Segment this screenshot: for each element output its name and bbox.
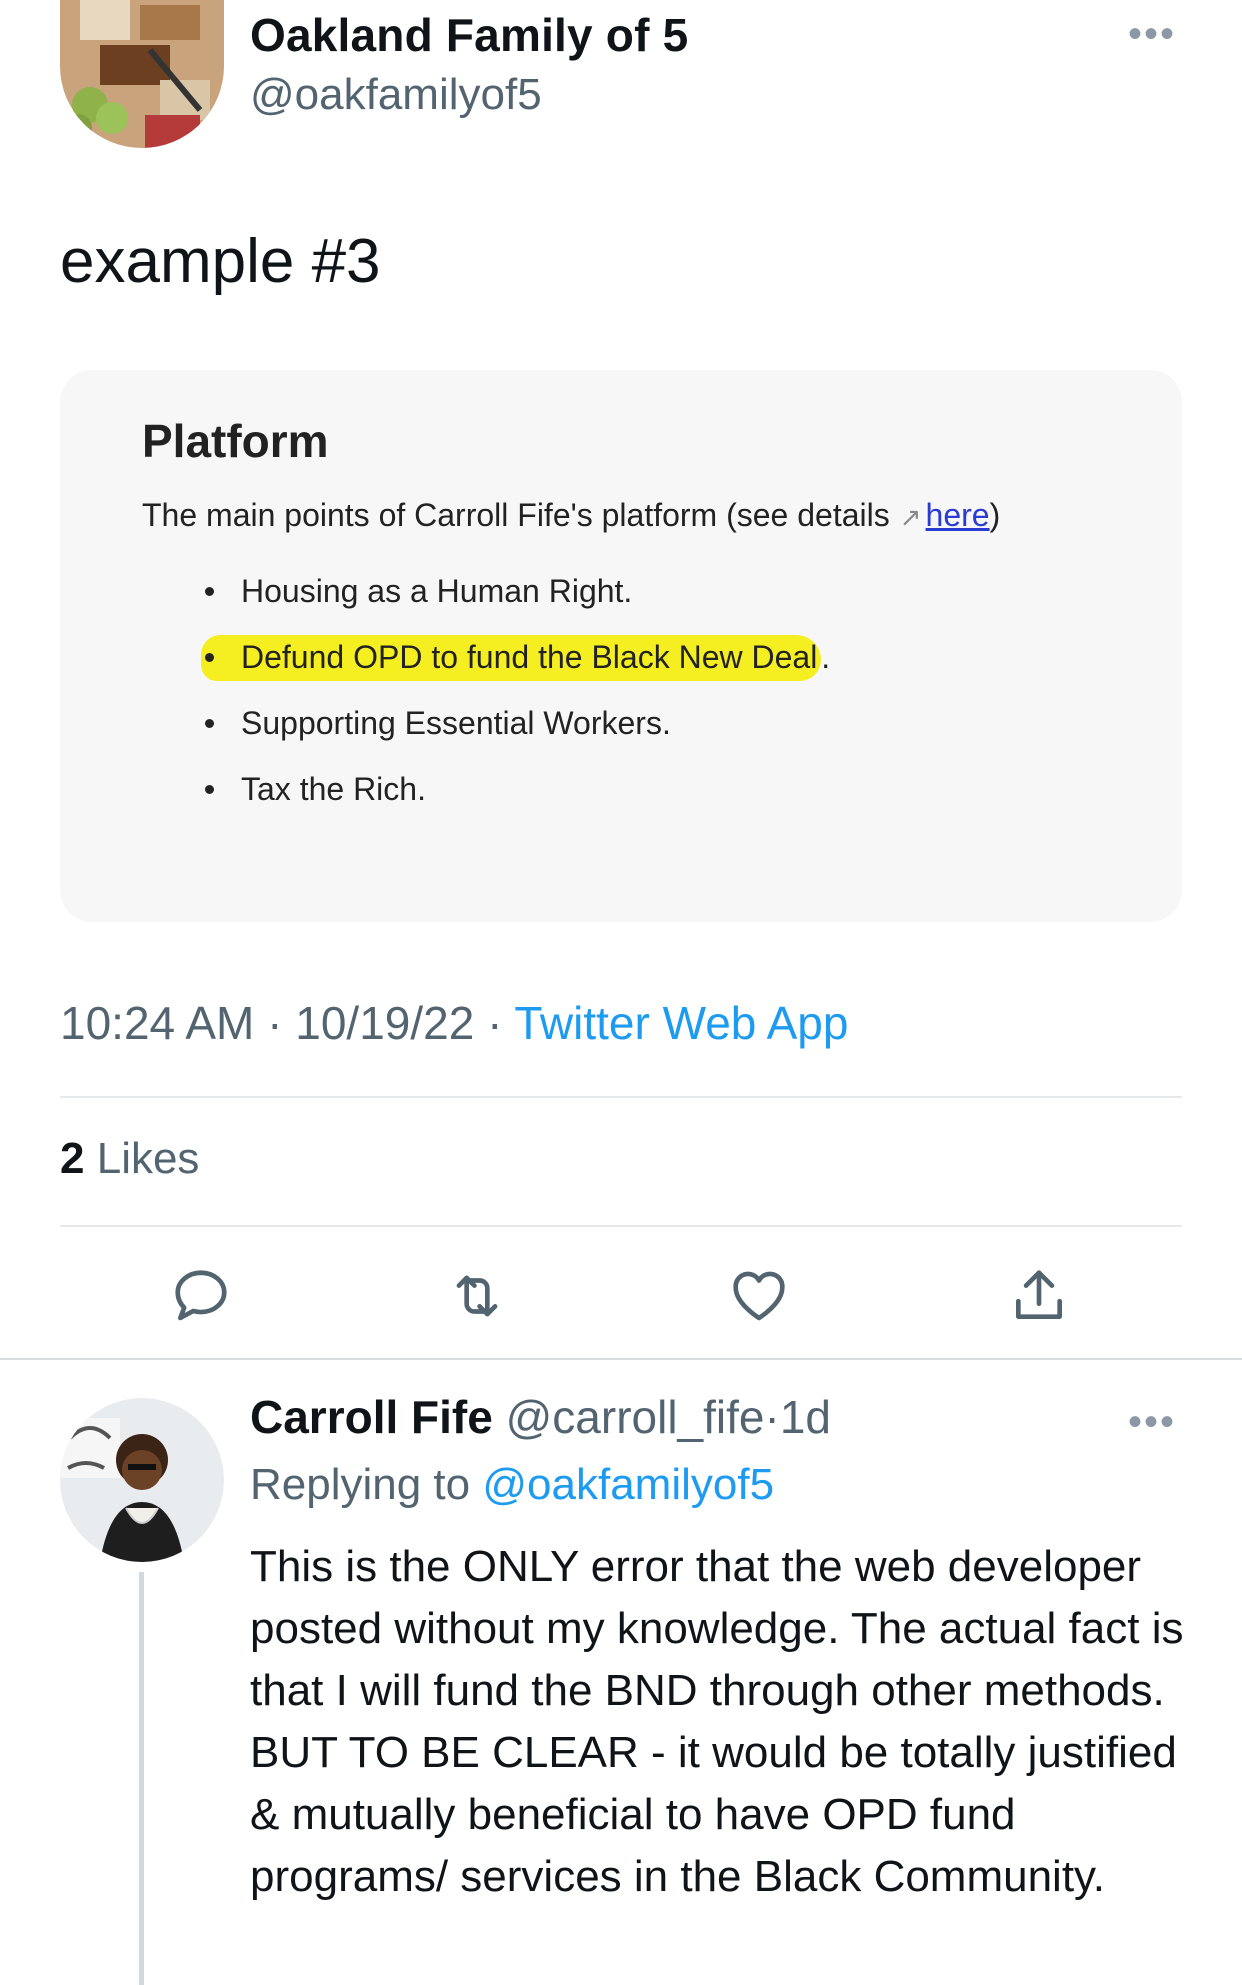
card-intro: The main points of Carroll Fife's platfo… xyxy=(142,497,1000,534)
share-icon[interactable] xyxy=(1008,1265,1070,1327)
tweet-meta: 10:24 AM · 10/19/22 · Twitter Web App xyxy=(60,997,849,1049)
embedded-image-card[interactable]: Platform The main points of Carroll Fife… xyxy=(60,370,1182,922)
thread-line xyxy=(139,1572,144,1985)
reply-author-avatar[interactable] xyxy=(60,1398,224,1562)
replying-to: Replying to @oakfamilyof5 xyxy=(250,1460,775,1509)
external-link-icon: ↗ xyxy=(899,502,922,532)
reply-age[interactable]: 1d xyxy=(780,1391,831,1443)
card-intro-close: ) xyxy=(989,497,1001,533)
platform-list: Housing as a Human Right. Defund OPD to … xyxy=(201,558,830,822)
card-intro-text: The main points of Carroll Fife's platfo… xyxy=(142,497,890,533)
reply-icon[interactable] xyxy=(170,1265,232,1327)
reply-author-name[interactable]: Carroll Fife xyxy=(250,1391,493,1443)
card-link: here xyxy=(925,497,990,533)
likes-label: Likes xyxy=(96,1134,200,1183)
card-heading: Platform xyxy=(142,415,329,467)
tweet-time[interactable]: 10:24 AM xyxy=(60,997,254,1049)
likes-count: 2 xyxy=(60,1134,85,1183)
divider xyxy=(60,1225,1182,1227)
platform-item: Tax the Rich. xyxy=(205,756,830,822)
platform-item: Supporting Essential Workers. xyxy=(205,690,830,756)
divider xyxy=(0,1358,1242,1360)
tweet-text: example #3 xyxy=(60,227,381,296)
divider xyxy=(60,1096,1182,1098)
replying-to-mention[interactable]: @oakfamilyof5 xyxy=(482,1460,774,1509)
more-dots-icon[interactable]: ••• xyxy=(1128,1402,1176,1442)
reply-text: This is the ONLY error that the web deve… xyxy=(250,1542,1184,1901)
tweet-source[interactable]: Twitter Web App xyxy=(514,997,848,1049)
author-handle[interactable]: @oakfamilyof5 xyxy=(250,70,542,120)
retweet-icon[interactable] xyxy=(446,1265,508,1327)
like-icon[interactable] xyxy=(728,1265,790,1327)
highlight-mark: Defund OPD to fund the Black New Deal xyxy=(201,635,822,681)
more-dots-icon[interactable]: ••• xyxy=(1128,14,1176,54)
tweet-date[interactable]: 10/19/22 xyxy=(295,997,474,1049)
reply-author-handle[interactable]: @carroll_fife xyxy=(506,1391,765,1443)
likes-stat[interactable]: 2 Likes xyxy=(60,1134,199,1184)
author-name[interactable]: Oakland Family of 5 xyxy=(250,8,688,62)
reply-author: Carroll Fife @carroll_fife·1d xyxy=(250,1391,831,1443)
author-avatar[interactable] xyxy=(60,0,224,148)
platform-item-highlighted: Defund OPD to fund the Black New Deal. xyxy=(201,624,830,690)
platform-item: Housing as a Human Right. xyxy=(205,558,830,624)
